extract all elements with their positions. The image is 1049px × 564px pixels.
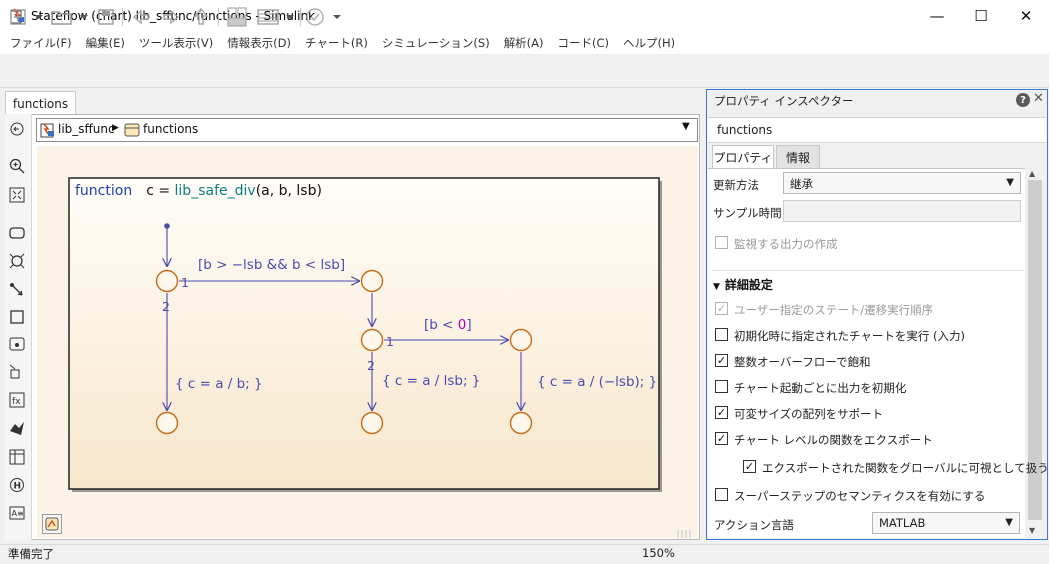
update-method-select[interactable]: 継承 ▼ (783, 172, 1021, 194)
connective-junction[interactable] (360, 411, 384, 435)
advanced-section-header[interactable]: ▼ 詳細設定 (713, 276, 773, 293)
function-name: lib_safe_div (175, 183, 256, 199)
close-window-button[interactable]: ✕ (1003, 0, 1049, 32)
connective-junction[interactable] (509, 328, 533, 352)
connective-junction[interactable] (360, 269, 384, 293)
section-divider (712, 270, 1024, 271)
action-language-label: アクション言語 (714, 518, 794, 532)
close-inspector-icon[interactable]: ✕ (1033, 91, 1044, 106)
sample-time-label: サンプル時間 (713, 206, 782, 220)
connective-junction[interactable] (509, 411, 533, 435)
transition-action[interactable]: { c = a / (−lsb); } (537, 374, 657, 390)
option-label: ユーザー指定のステート/遷移実行順序 (734, 303, 934, 317)
help-icon[interactable]: ? (1016, 93, 1030, 107)
chevron-down-icon: ▼ (1005, 517, 1013, 528)
option-checkbox[interactable] (715, 488, 728, 501)
chart-properties-button[interactable] (42, 514, 62, 534)
function-args: (a, b, lsb) (256, 183, 322, 199)
option-checkbox[interactable]: ✓ (715, 406, 728, 419)
option-label: 整数オーバーフローで飽和 (734, 355, 871, 369)
transition-condition[interactable]: [b > −lsb && b < lsb] (198, 257, 345, 273)
function-output: c = (146, 183, 174, 199)
inspector-properties-panel (708, 168, 1025, 538)
monitor-output-checkbox[interactable] (715, 236, 728, 249)
transition-condition[interactable]: [b < 0] (424, 317, 472, 333)
inspector-object-name: functions (708, 117, 1046, 143)
monitor-output-label: 監視する出力の作成 (734, 237, 838, 251)
scroll-down-icon[interactable]: ▼ (1029, 526, 1035, 535)
update-method-label: 更新方法 (713, 178, 759, 192)
option-checkbox[interactable]: ✓ (715, 302, 728, 315)
option-checkbox[interactable]: ✓ (715, 354, 728, 367)
option-label: チャート レベルの関数をエクスポート (734, 433, 933, 447)
zoom-level: 150% (642, 546, 675, 560)
execution-order: 2 (162, 299, 170, 314)
action-language-select[interactable]: MATLAB ▼ (872, 512, 1020, 534)
option-checkbox[interactable] (715, 380, 728, 393)
collapse-triangle-icon: ▼ (713, 282, 720, 292)
tab-info[interactable]: 情報 (776, 145, 820, 168)
connective-junction[interactable] (155, 269, 179, 293)
option-label: 可変サイズの配列をサポート (734, 407, 884, 421)
minimize-button[interactable]: — (914, 0, 960, 32)
chevron-down-icon: ▼ (1006, 177, 1014, 188)
execution-order: 1 (386, 334, 394, 349)
option-checkbox[interactable]: ✓ (715, 432, 728, 445)
stateflow-diagram[interactable]: function c = lib_safe_div(a, b, lsb) 1 2 … (0, 0, 700, 540)
sample-time-input[interactable] (783, 200, 1021, 222)
option-checkbox[interactable]: ✓ (743, 460, 756, 473)
connective-junction[interactable] (155, 411, 179, 435)
status-text: 準備完了 (8, 547, 54, 561)
transition-action[interactable]: { c = a / lsb; } (382, 373, 480, 389)
option-label: スーパーステップのセマンティクスを有効にする (734, 489, 986, 503)
option-label: 初期化時に指定されたチャートを実行 (入力) (734, 329, 966, 343)
option-checkbox[interactable] (715, 328, 728, 341)
status-bar (0, 544, 1049, 564)
update-method-value: 継承 (790, 177, 813, 191)
execution-order: 2 (367, 358, 375, 373)
default-transition-dot[interactable] (164, 223, 170, 229)
execution-order: 1 (181, 275, 189, 290)
option-label: チャート起動ごとに出力を初期化 (734, 381, 907, 395)
scroll-up-icon[interactable]: ▲ (1029, 169, 1035, 178)
resize-grip[interactable] (676, 527, 696, 538)
action-language-value: MATLAB (879, 516, 926, 530)
svg-text:functionc = lib_safe_div(a, b,: function c = lib_safe_div(a, b, lsb) (75, 183, 322, 199)
tab-properties[interactable]: プロパティ (712, 145, 774, 168)
connective-junction[interactable] (360, 328, 384, 352)
transition-action[interactable]: { c = a / b; } (175, 376, 263, 392)
inspector-title: プロパティ インスペクター (714, 94, 854, 108)
function-keyword: function (75, 183, 132, 199)
maximize-button[interactable]: ☐ (958, 0, 1004, 32)
option-label: エクスポートされた関数をグローバルに可視として扱う (762, 461, 1049, 475)
